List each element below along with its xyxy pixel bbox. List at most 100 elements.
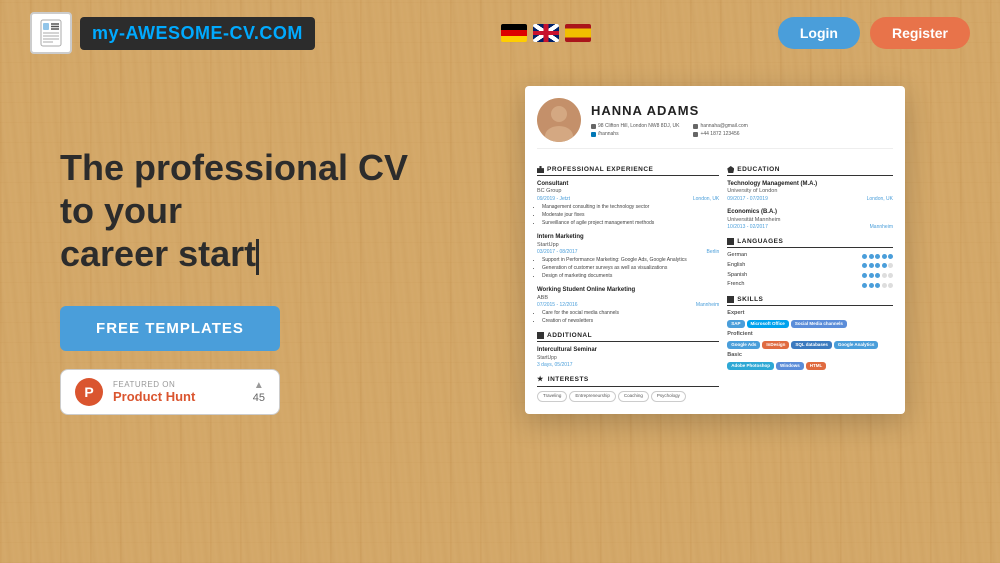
additional-section-title: ADDITIONAL (537, 331, 719, 342)
cv-left-column: PROFESSIONAL EXPERIENCE Consultant BC Gr… (537, 159, 719, 402)
dot (862, 263, 867, 268)
hero-headline: The professional CV to your career start (60, 146, 440, 276)
dot (869, 254, 874, 259)
ph-count: 45 (253, 392, 265, 404)
dot (882, 263, 887, 268)
cv-avatar (537, 98, 581, 142)
dot (869, 283, 874, 288)
flag-german[interactable] (501, 24, 527, 42)
cv-preview-section: HANNA ADAMS 98 Clifton Hill, London NW8 … (480, 86, 950, 414)
ph-featured-label: FEATURED ON (113, 380, 243, 389)
dot (875, 263, 880, 268)
cv-name-section: HANNA ADAMS 98 Clifton Hill, London NW8 … (591, 102, 748, 137)
interest-coaching: Coaching (618, 391, 649, 402)
left-section: The professional CV to your career start… (60, 86, 440, 415)
skills-section-title: SKILLS (727, 295, 893, 306)
product-hunt-text: FEATURED ON Product Hunt (113, 380, 243, 404)
main-content: The professional CV to your career start… (0, 66, 1000, 435)
cv-email: hannaha@gmail.com (693, 123, 747, 130)
briefcase-icon (537, 166, 544, 173)
dot (869, 273, 874, 278)
flag-spanish[interactable] (565, 24, 591, 42)
dot (862, 273, 867, 278)
education-icon (727, 166, 734, 173)
skill-photoshop: Adobe Photoshop (727, 362, 774, 370)
product-hunt-badge[interactable]: P FEATURED ON Product Hunt ▲ 45 (60, 369, 280, 415)
proficient-skill-tags: Google Ads InDesign SQL databases Google… (727, 341, 893, 349)
additional-item-1: Intercultural Seminar StartUpp 3 days, 0… (537, 346, 719, 368)
interests-section-title: ★ INTERESTS (537, 375, 719, 387)
ph-upvotes: ▲ 45 (253, 380, 265, 404)
job-2-bullets: Support in Performance Marketing: Google… (537, 257, 719, 280)
edu-2-meta: 10/2013 - 02/2017 Mannheim (727, 224, 893, 231)
cv-name: HANNA ADAMS (591, 102, 748, 120)
dot (862, 283, 867, 288)
logo-text-main: my-AWESOME-CV. (92, 23, 259, 43)
logo: my-AWESOME-CV.COM (30, 12, 315, 54)
login-button[interactable]: Login (778, 17, 860, 49)
job-1-meta: 09/2019 - Jetzt London, UK (537, 196, 719, 203)
cv-job-1: Consultant BC Group 09/2019 - Jetzt Lond… (537, 180, 719, 227)
additional-icon (537, 332, 544, 339)
avatar-image (537, 98, 581, 142)
skill-level-expert: Expert (727, 310, 893, 318)
dot (882, 254, 887, 259)
lang-german: German (727, 252, 893, 260)
logo-accent: COM (259, 23, 303, 43)
lang-spanish-dots (862, 273, 893, 278)
cv-job-2: Intern Marketing StartUpp 03/2017 - 08/2… (537, 233, 719, 280)
templates-button[interactable]: FREE TEMPLATES (60, 306, 280, 351)
register-button[interactable]: Register (870, 17, 970, 49)
linkedin-icon (591, 132, 596, 137)
skill-windows: Windows (776, 362, 804, 370)
navbar: my-AWESOME-CV.COM Login Register (0, 0, 1000, 66)
flag-english[interactable] (533, 24, 559, 42)
headline-line1: The professional CV to your (60, 147, 408, 231)
email-icon (693, 124, 698, 129)
dot (888, 254, 893, 259)
product-hunt-logo: P (75, 378, 103, 406)
dot (862, 254, 867, 259)
headline-line2: career start (60, 233, 256, 274)
cv-right-column: EDUCATION Technology Management (M.A.) U… (727, 159, 893, 402)
language-flags (501, 24, 591, 42)
basic-skill-tags: Adobe Photoshop Windows HTML (727, 362, 893, 370)
edu-item-1: Technology Management (M.A.) University … (727, 180, 893, 203)
dot (882, 273, 887, 278)
dot (875, 283, 880, 288)
skill-level-basic: Basic (727, 352, 893, 360)
skill-ms-office: Microsoft Office (747, 320, 789, 328)
dot (875, 273, 880, 278)
dot (888, 263, 893, 268)
cv-document-icon (37, 19, 65, 47)
interest-traveling: Traveling (537, 391, 567, 402)
languages-section-title: LANGUAGES (727, 237, 893, 248)
logo-text: my-AWESOME-CV.COM (80, 17, 315, 50)
dot (869, 263, 874, 268)
skill-level-proficient: Proficient (727, 331, 893, 339)
skills-icon (727, 296, 734, 303)
skill-google-analytics: Google Analytics (834, 341, 879, 349)
job-3-bullets: Care for the social media channels Creat… (537, 310, 719, 325)
dot (888, 273, 893, 278)
logo-icon (30, 12, 72, 54)
cv-document: HANNA ADAMS 98 Clifton Hill, London NW8 … (525, 86, 905, 414)
skill-indesign: InDesign (762, 341, 789, 349)
cv-linkedin: /hannahs (591, 131, 679, 138)
dot (888, 283, 893, 288)
interest-entrepreneurship: Entrepreneurship (569, 391, 616, 402)
lang-french-dots (862, 283, 893, 288)
edu-item-2: Economics (B.A.) Universität Mannheim 10… (727, 208, 893, 231)
skill-social-media: Social Media channels (791, 320, 847, 328)
job-3-meta: 07/2015 - 12/2016 Mannheim (537, 302, 719, 309)
dot (882, 283, 887, 288)
lang-english: English (727, 262, 893, 270)
star-icon: ★ (537, 375, 544, 385)
lang-spanish: Spanish (727, 272, 893, 280)
education-section-title: EDUCATION (727, 165, 893, 176)
expert-skill-tags: SAP Microsoft Office Social Media channe… (727, 320, 893, 328)
experience-section-title: PROFESSIONAL EXPERIENCE (537, 165, 719, 176)
cv-phone: +44 1872 123456 (693, 131, 747, 138)
cv-job-3: Working Student Online Marketing ABB 07/… (537, 286, 719, 325)
nav-buttons: Login Register (778, 17, 970, 49)
